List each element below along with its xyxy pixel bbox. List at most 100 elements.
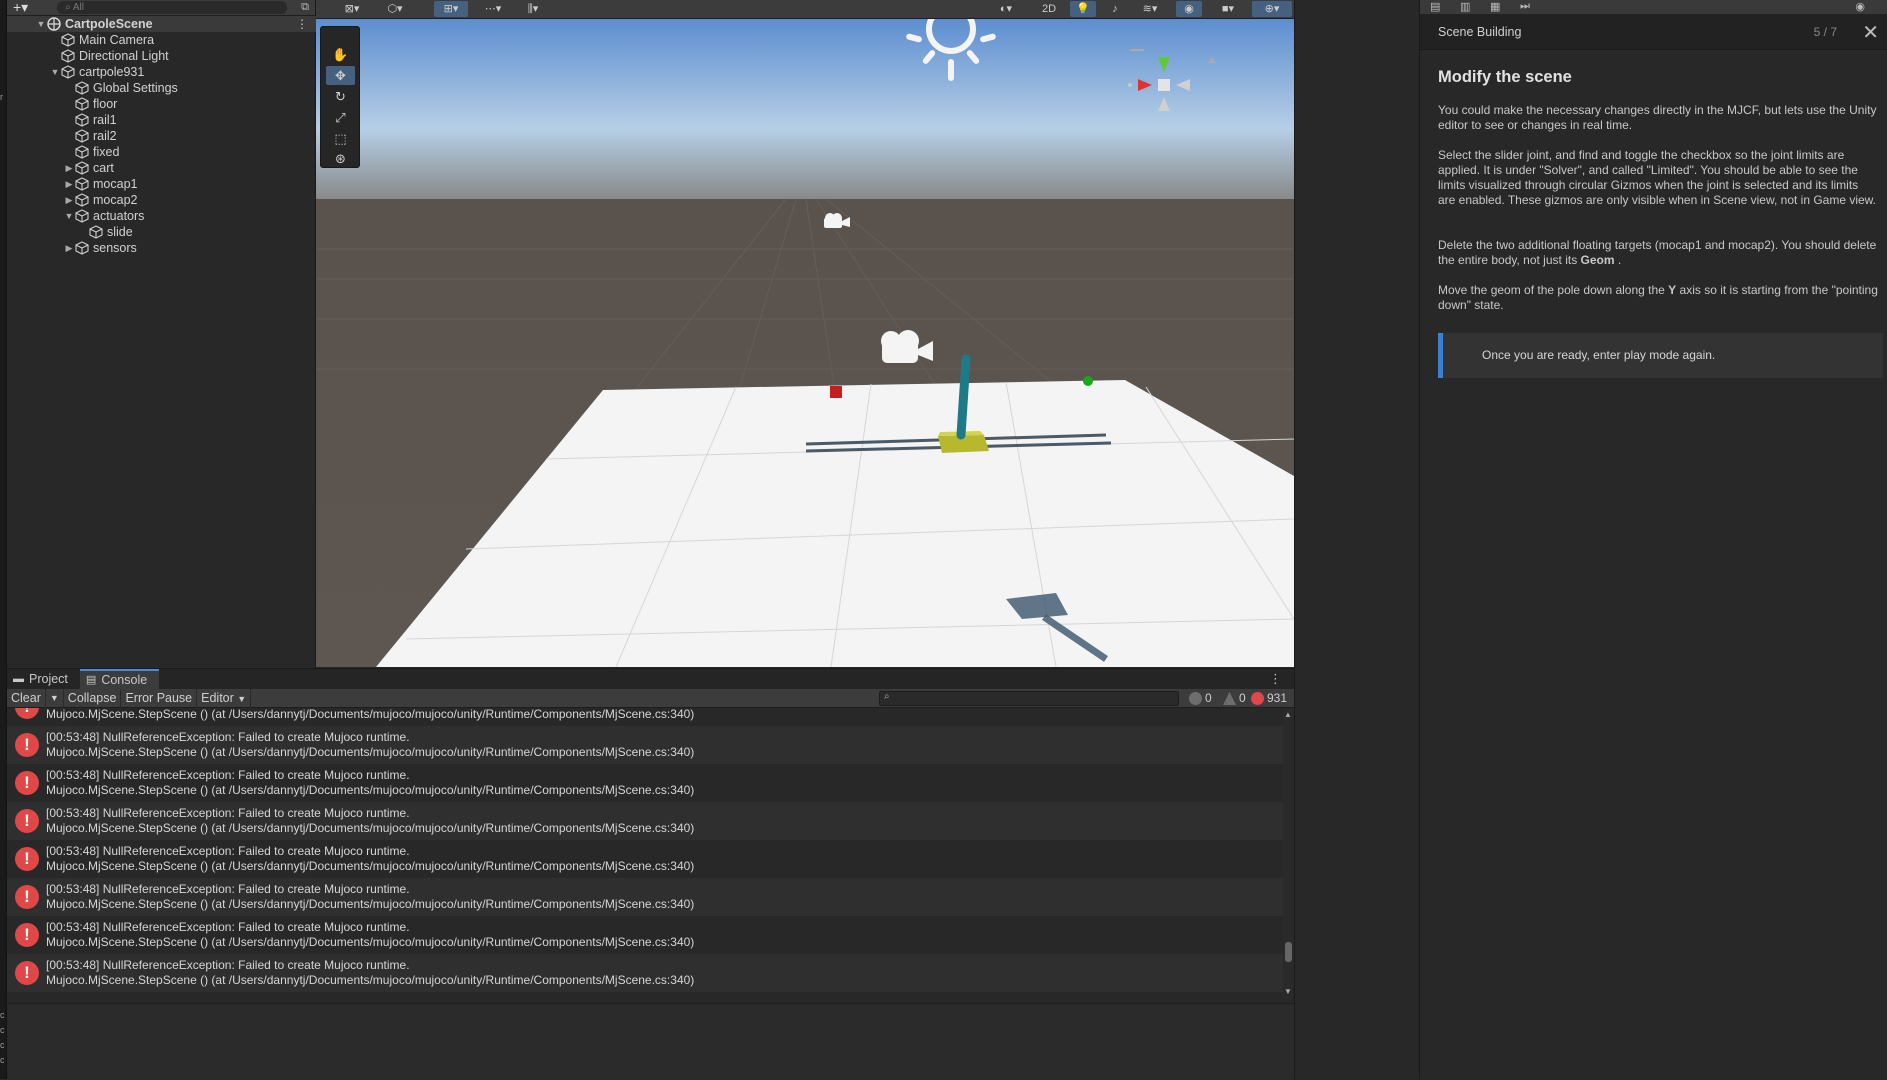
close-icon[interactable]: ✕ [1862, 20, 1879, 45]
error-icon: ! [15, 733, 39, 757]
hierarchy-item[interactable]: ▶ mocap2 [63, 192, 138, 208]
tab-project[interactable]: ▬ Project [7, 669, 80, 689]
error-icon: ! [15, 708, 39, 719]
gameobject-cube-icon [75, 97, 89, 111]
error-count-toggle[interactable]: 931 [1247, 690, 1287, 707]
hierarchy-item[interactable]: ▶ sensors [63, 240, 137, 256]
align-icon[interactable]: ⫼▾ [516, 1, 550, 17]
hierarchy-item[interactable]: Directional Light [49, 48, 169, 64]
expand-arrow-icon[interactable]: ▶ [63, 243, 75, 254]
tutorial-paragraph: Move the geom of the pole down along the… [1438, 283, 1878, 313]
collapse-arrow-icon[interactable]: ▼ [35, 19, 47, 29]
console-log-list[interactable]: ! Mujoco.MjScene.StepScene () (at /Users… [7, 708, 1283, 998]
audio-icon[interactable]: ♪ [1102, 1, 1128, 17]
kebab-menu-icon[interactable]: ⋮ [1269, 671, 1282, 687]
grid-snap-icon[interactable]: ⊞▾ [434, 1, 468, 17]
increment-snap-icon[interactable]: ⋯▾ [476, 1, 510, 17]
hierarchy-item[interactable]: ▶ cart [63, 160, 114, 176]
tab-console[interactable]: ▤ Console [79, 669, 160, 689]
log-entry[interactable]: ! [00:53:48] NullReferenceException: Fai… [7, 726, 1283, 764]
tutorial-header: Scene Building 5 / 7 ✕ [1420, 14, 1887, 50]
log-entry[interactable]: ! [00:53:48] NullReferenceException: Fai… [7, 916, 1283, 954]
cube-view-icon[interactable]: ⬡▾ [378, 1, 412, 17]
log-entry[interactable]: ! [00:53:48] NullReferenceException: Fai… [7, 802, 1283, 840]
console-search-input[interactable]: ⌕ [879, 691, 1179, 706]
error-pause-button[interactable]: Error Pause [121, 688, 198, 708]
hierarchy-item[interactable]: rail2 [63, 128, 117, 144]
visibility-icon[interactable]: ◉ [1176, 1, 1202, 17]
scroll-down-icon[interactable]: ▼ [1284, 987, 1292, 996]
hierarchy-item[interactable]: fixed [63, 144, 119, 160]
move-tool-icon[interactable]: ✥ [326, 66, 355, 85]
callout-text: Once you are ready, enter play mode agai… [1482, 348, 1716, 362]
scale-tool-icon[interactable]: ⤢ [326, 108, 355, 127]
rect-tool-icon[interactable]: ⬚ [326, 129, 355, 148]
add-object-button[interactable]: +▾ [13, 0, 41, 16]
hierarchy-scene-row[interactable]: ▼ CartpoleScene ⋮ [7, 16, 316, 32]
log-entry[interactable]: ! [00:53:48] NullReferenceException: Fai… [7, 878, 1283, 916]
log-entry[interactable]: ! [00:53:48] NullReferenceException: Fai… [7, 840, 1283, 878]
hierarchy-item[interactable]: rail1 [63, 112, 117, 128]
clear-button[interactable]: Clear [7, 688, 46, 708]
scene-search-icon[interactable]: ⧉ [301, 1, 309, 14]
scene-render[interactable] [316, 19, 1294, 667]
collapse-arrow-icon[interactable]: ▼ [49, 67, 61, 77]
hierarchy-item-label: floor [93, 97, 118, 111]
tutorial-text: Move the geom of the pole down along the [1438, 283, 1665, 297]
hierarchy-item[interactable]: Main Camera [49, 32, 154, 48]
hierarchy-item[interactable]: Global Settings [63, 80, 178, 96]
expand-arrow-icon[interactable]: ▶ [63, 163, 75, 174]
gizmo-toggle-icon[interactable]: ⊠▾ [336, 1, 368, 17]
pole[interactable] [956, 354, 971, 440]
tutorial-progress: 5 / 7 [1813, 25, 1837, 39]
transform-tool-icon[interactable]: ⊛ [326, 149, 355, 168]
layout-icon[interactable]: ▤ [1430, 0, 1440, 13]
lighting-icon[interactable]: 💡 [1070, 1, 1096, 17]
hand-tool-icon[interactable]: ✋ [326, 45, 355, 64]
mode-2d-button[interactable]: 2D [1036, 1, 1062, 17]
warning-count-toggle[interactable]: 0 [1219, 690, 1246, 707]
mocap2-target[interactable] [1083, 376, 1093, 386]
hierarchy-item[interactable]: ▶ mocap1 [63, 176, 138, 192]
hierarchy-item[interactable]: ▼ cartpole931 [49, 64, 145, 80]
scene-viewport[interactable] [316, 19, 1294, 667]
scroll-thumb[interactable] [1285, 942, 1292, 962]
list-icon[interactable]: ▦ [1490, 0, 1500, 13]
account-icon[interactable]: ◉ [1855, 0, 1865, 13]
clear-options-icon[interactable]: ▼ [46, 688, 64, 708]
log-entry[interactable]: ! [00:53:48] NullReferenceException: Fai… [7, 954, 1283, 992]
search-icon: ⌕ [884, 691, 890, 702]
gizmos-icon[interactable]: ⊕▾ [1252, 1, 1292, 17]
hierarchy-item[interactable]: floor [63, 96, 117, 112]
collapse-arrow-icon[interactable]: ▼ [63, 211, 75, 221]
hierarchy-item-label: actuators [93, 209, 145, 223]
collapse-button[interactable]: Collapse [64, 688, 122, 708]
scene-toolbar: ⊠▾ ⬡▾ ⊞▾ ⋯▾ ⫼▾ ◐▾ 2D 💡 ♪ ≋▾ ◉ ■▾ ⊕▾ [316, 0, 1294, 19]
shading-mode-icon[interactable]: ◐▾ [988, 1, 1024, 17]
effects-icon[interactable]: ≋▾ [1132, 1, 1168, 17]
info-count-toggle[interactable]: 0 [1185, 690, 1212, 707]
hierarchy-item[interactable]: slide [77, 224, 133, 240]
gameobject-cube-icon [75, 241, 89, 255]
console-scrollbar[interactable]: ▲ ▼ [1283, 708, 1294, 998]
log-entry[interactable]: ! [00:53:48] NullReferenceException: Fai… [7, 764, 1283, 802]
columns-icon[interactable]: ▥ [1460, 0, 1470, 13]
step-forward-icon[interactable]: ⏭ [1520, 0, 1530, 13]
mocap1-target[interactable] [830, 386, 842, 398]
error-icon: ! [15, 961, 39, 985]
log-detail-pane[interactable] [7, 1003, 1294, 1080]
hierarchy-search-input[interactable]: ⌕ All [57, 1, 287, 14]
camera-icon[interactable]: ■▾ [1210, 1, 1246, 17]
gameobject-cube-icon [75, 193, 89, 207]
log-entry[interactable]: ! Mujoco.MjScene.StepScene () (at /Users… [7, 708, 1283, 726]
log-stacktrace: Mujoco.MjScene.StepScene () (at /Users/d… [46, 897, 695, 911]
expand-arrow-icon[interactable]: ▶ [63, 195, 75, 206]
kebab-menu-icon[interactable]: ⋮ [296, 17, 308, 31]
editor-dropdown[interactable]: Editor ▼ [197, 688, 252, 708]
scroll-up-icon[interactable]: ▲ [1284, 710, 1292, 719]
error-icon: ! [15, 847, 39, 871]
expand-arrow-icon[interactable]: ▶ [63, 179, 75, 190]
rotate-tool-icon[interactable]: ↻ [326, 87, 355, 106]
hierarchy-item[interactable]: ▼ actuators [63, 208, 145, 224]
hierarchy-item-label: mocap2 [93, 193, 138, 207]
